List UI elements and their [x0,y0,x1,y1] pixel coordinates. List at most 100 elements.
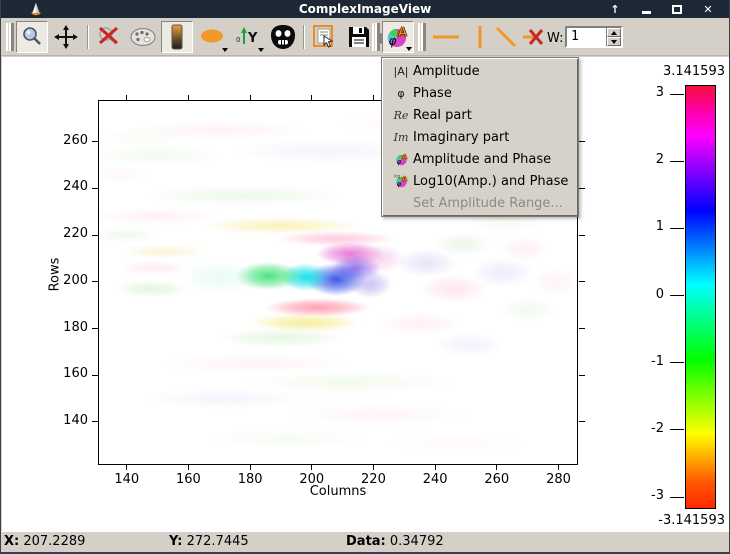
phi-icon: φ [397,86,405,100]
svg-text:φ: φ [396,158,401,166]
zoom-button[interactable] [16,21,48,53]
svg-text:log: log [394,174,401,178]
menu-item-real-part[interactable]: Re Real part [383,104,577,126]
colorbar [685,85,716,509]
colorbar-icon [171,24,183,50]
x-tick [126,95,128,100]
colorbar-tick [670,93,684,95]
menu-item-set-amplitude-range: Set Amplitude Range... [383,192,577,214]
mask-icon [271,25,295,49]
y-tick [92,328,98,330]
colorbar-tick-label: -2 [651,420,664,436]
reset-zoom-button[interactable] [93,21,125,53]
y-tick [579,281,585,283]
y-tick [92,234,98,236]
pan-button[interactable] [50,21,82,53]
x-tick-label: 160 [176,472,201,487]
x-tick-label: 260 [484,472,510,487]
line-width-spinbox[interactable]: 1 [565,26,623,48]
colorbar-tick [670,160,684,162]
menu-item-label: Log10(Amp.) and Phase [413,173,569,189]
amp-phase-icon: φ A [389,152,413,167]
y-tick-label: 240 [63,179,88,195]
toolbar-grip[interactable] [372,23,380,51]
x-tick [372,95,374,100]
y-tick [92,281,98,283]
palette-icon [130,27,156,47]
colorbar-tick [670,227,684,229]
shade-button[interactable]: ↑ [608,2,622,16]
svg-text:A: A [402,152,408,160]
x-tick [249,465,251,470]
menu-item-amplitude-and-phase[interactable]: φ A Amplitude and Phase [383,148,577,170]
ellipse-roi-button[interactable] [197,21,229,53]
menu-item-imaginary-part[interactable]: Im Imaginary part [383,126,577,148]
display-mode-menu: |A| Amplitude φ Phase Re Real part Im Imaginary… [381,57,579,217]
ellipse-dropdown-arrow[interactable] [222,48,228,52]
title-bar: ComplexImageView ↑ ✕ [1,0,729,18]
y-tick [579,187,585,189]
app-icon[interactable] [29,2,43,16]
save-button[interactable] [343,21,375,53]
display-mode-dropdown-arrow[interactable] [406,47,412,51]
y-tick [92,421,98,423]
menu-item-log10-amp-and-phase[interactable]: log φ A Log10(Amp.) and Phase [383,170,577,192]
spin-down-button[interactable] [607,37,621,46]
menu-item-amplitude[interactable]: |A| Amplitude [383,60,577,82]
move-icon [54,25,78,49]
x-tick [496,465,498,470]
y-tick [92,187,98,189]
y-tick [579,141,585,143]
copy-icon [313,25,334,48]
spin-up-button[interactable] [607,28,621,37]
magnifier-icon [23,27,41,45]
minimize-button[interactable] [639,2,653,16]
y-tick [579,374,585,376]
y-tick [579,234,585,236]
y-tick [579,421,585,423]
menu-item-label: Real part [413,107,472,123]
x-tick [311,465,313,470]
toolbar-separator [87,25,89,49]
cancel-zoom-icon [99,26,118,45]
y-tick [579,328,585,330]
x-tick [187,95,189,100]
palette-button[interactable] [127,21,159,53]
colorbar-tick-label: 2 [655,152,664,168]
mask-button[interactable] [267,21,299,53]
status-bar: X: 207.2289 Y: 272.7445 Data: 0.34792 [1,531,729,552]
colorbar-toggle-button[interactable] [161,21,193,53]
axes-dropdown-arrow[interactable] [258,48,264,52]
y-tick-label: 140 [63,412,88,428]
menu-item-label: Amplitude and Phase [413,151,552,167]
colorbar-tick [670,496,684,498]
x-tick [372,465,374,470]
x-tick [311,95,313,100]
delete-line-icon [523,29,544,45]
copy-data-button[interactable] [309,21,341,53]
menu-item-phase[interactable]: φ Phase [383,82,577,104]
window-title: ComplexImageView [298,2,432,16]
colorbar-tick-label: -1 [651,353,664,369]
toolbar-grip[interactable] [418,23,426,51]
y-tick [92,374,98,376]
colorbar-min-label: -3.141593 [658,513,725,528]
dline-profile-button[interactable] [490,21,522,53]
maximize-button[interactable] [670,2,684,16]
svg-text:φ: φ [389,34,397,48]
toolbar-grip[interactable] [6,23,14,51]
close-button[interactable]: ✕ [701,2,715,16]
y-tick-label: 220 [63,226,88,242]
line-width-value[interactable]: 1 [567,28,606,46]
complex-image-view-window: ComplexImageView ↑ ✕ 0 Y φ A W: 1 140 16… [0,0,730,554]
menu-item-label: Set Amplitude Range... [413,195,563,211]
display-mode-button[interactable]: φ A [382,21,414,53]
menu-item-label: Phase [413,85,452,101]
im-icon: Im [393,130,409,144]
svg-text:φ: φ [396,180,401,188]
axes-settings-button[interactable]: 0 Y [233,21,265,53]
y-tick [92,141,98,143]
svg-text:A: A [398,25,408,39]
y-tick-label: 260 [63,132,88,148]
hline-profile-button[interactable] [430,21,462,53]
